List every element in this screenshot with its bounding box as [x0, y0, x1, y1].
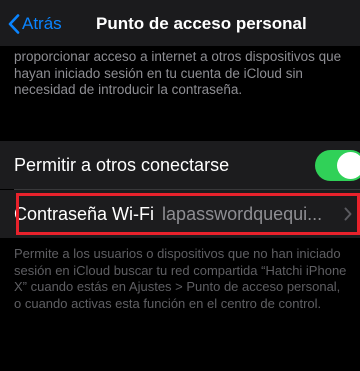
allow-others-label: Permitir a otros conectarse — [14, 154, 230, 175]
chevron-right-icon — [344, 207, 352, 221]
chevron-left-icon — [8, 14, 20, 34]
discovery-description: Permite a los usuarios o dispositivos qu… — [14, 246, 347, 311]
navigation-bar: Atrás Punto de acceso personal — [0, 0, 360, 46]
back-button[interactable]: Atrás — [8, 13, 62, 35]
wifi-password-value: lapasswordquequi... — [162, 203, 323, 224]
toggle-knob — [337, 152, 360, 179]
allow-others-row: Permitir a otros conectarse — [0, 141, 360, 189]
allow-others-toggle[interactable] — [315, 150, 360, 181]
back-button-label: Atrás — [22, 14, 62, 33]
hotspot-description: proporcionar acceso a internet a otros d… — [14, 49, 342, 97]
wifi-password-row[interactable]: Contraseña Wi-Fi lapasswordquequi... — [0, 190, 360, 238]
wifi-password-label: Contraseña Wi-Fi — [14, 203, 155, 224]
page-title: Punto de acceso personal — [96, 14, 307, 33]
